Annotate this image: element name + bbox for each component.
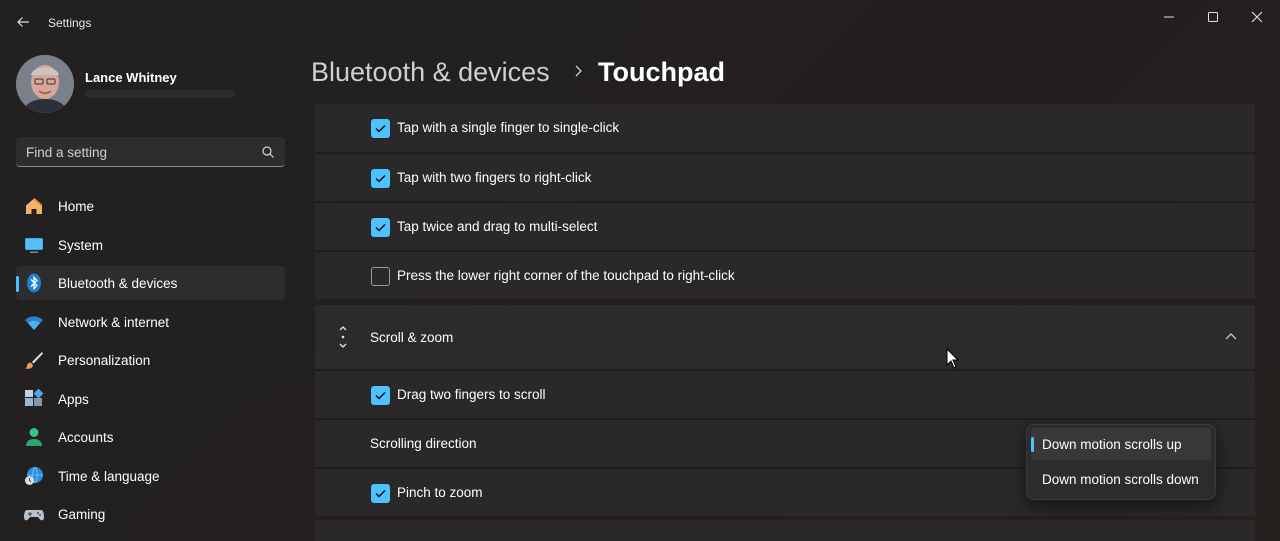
setting-row-single-click: Tap with a single finger to single-click bbox=[315, 104, 1255, 152]
checkmark-icon bbox=[375, 124, 386, 133]
gamepad-icon bbox=[24, 510, 44, 521]
checkbox-pinch-zoom[interactable] bbox=[371, 484, 390, 503]
setting-label: Tap with two fingers to right-click bbox=[397, 170, 592, 185]
breadcrumb-parent[interactable]: Bluetooth & devices bbox=[311, 57, 550, 88]
checkmark-icon bbox=[375, 223, 386, 232]
app-title: Settings bbox=[48, 16, 92, 30]
minimize-button[interactable] bbox=[1146, 4, 1192, 30]
search-icon[interactable] bbox=[260, 144, 276, 160]
selected-indicator bbox=[1031, 437, 1034, 452]
section-scroll-zoom-header[interactable]: Scroll & zoom bbox=[315, 305, 1255, 369]
search-box[interactable] bbox=[16, 137, 285, 167]
setting-row-drag-scroll: Drag two fingers to scroll bbox=[315, 370, 1255, 418]
back-arrow-icon bbox=[17, 17, 29, 27]
home-icon bbox=[26, 197, 43, 214]
nav-label: Accounts bbox=[58, 430, 114, 445]
user-name: Lance Whitney bbox=[85, 70, 177, 85]
nav-item-gaming[interactable]: Gaming bbox=[16, 497, 285, 531]
checkbox-corner-right-click[interactable] bbox=[371, 267, 390, 286]
setting-label: Drag two fingers to scroll bbox=[397, 387, 546, 402]
setting-label: Tap with a single finger to single-click bbox=[397, 120, 620, 135]
globe-clock-icon bbox=[25, 466, 43, 485]
maximize-icon bbox=[1208, 12, 1218, 22]
user-photo bbox=[16, 55, 74, 113]
nav-item-home[interactable]: Home bbox=[16, 189, 285, 223]
nav-label: Network & internet bbox=[58, 315, 170, 330]
nav-item-apps[interactable]: Apps bbox=[16, 382, 285, 416]
brush-icon bbox=[25, 352, 43, 369]
nav-label: Time & language bbox=[58, 469, 160, 484]
dropdown-option-scrolls-down[interactable]: Down motion scrolls down bbox=[1031, 463, 1211, 495]
setting-label: Tap twice and drag to multi-select bbox=[397, 219, 598, 234]
nav-label: Home bbox=[58, 199, 95, 214]
checkbox-right-click[interactable] bbox=[371, 169, 390, 188]
nav-label: Gaming bbox=[58, 507, 106, 522]
minimize-icon bbox=[1164, 16, 1174, 18]
chevron-up-icon[interactable] bbox=[1223, 329, 1239, 345]
next-section-card[interactable] bbox=[315, 520, 1255, 541]
avatar[interactable] bbox=[16, 55, 74, 113]
option-label: Down motion scrolls up bbox=[1042, 437, 1182, 452]
section-title: Scroll & zoom bbox=[370, 330, 454, 345]
apps-icon bbox=[25, 389, 44, 406]
checkmark-icon bbox=[375, 174, 386, 183]
close-icon bbox=[1251, 11, 1263, 23]
search-input[interactable] bbox=[26, 143, 246, 161]
bluetooth-icon bbox=[27, 273, 41, 293]
title-bar: Settings bbox=[0, 0, 1280, 46]
settings-window: Settings Lance Whitney Home bbox=[0, 0, 1280, 541]
person-icon bbox=[26, 428, 42, 446]
back-button[interactable] bbox=[10, 9, 36, 35]
scroll-arrows-icon bbox=[339, 326, 347, 348]
maximize-button[interactable] bbox=[1190, 4, 1236, 30]
nav-label: System bbox=[58, 238, 104, 253]
mouse-cursor-icon bbox=[946, 348, 960, 369]
monitor-icon bbox=[25, 238, 43, 253]
setting-label: Pinch to zoom bbox=[397, 485, 483, 500]
user-email-redacted bbox=[85, 90, 235, 98]
checkmark-icon bbox=[375, 489, 386, 498]
scroll-direction-dropdown[interactable]: Down motion scrolls up Down motion scrol… bbox=[1026, 424, 1216, 500]
checkmark-icon bbox=[375, 391, 386, 400]
checkbox-single-click[interactable] bbox=[371, 119, 390, 138]
wifi-icon bbox=[25, 316, 43, 330]
nav-item-accounts[interactable]: Accounts bbox=[16, 420, 285, 454]
checkbox-multi-select[interactable] bbox=[371, 218, 390, 237]
nav-label: Apps bbox=[58, 392, 89, 407]
setting-label: Press the lower right corner of the touc… bbox=[397, 268, 735, 283]
nav-item-bluetooth[interactable]: Bluetooth & devices bbox=[16, 266, 285, 300]
nav-item-network[interactable]: Network & internet bbox=[16, 305, 285, 339]
setting-row-multi-select: Tap twice and drag to multi-select bbox=[315, 202, 1255, 250]
option-label: Down motion scrolls down bbox=[1042, 472, 1199, 487]
chevron-right-icon bbox=[575, 65, 582, 77]
dropdown-option-scrolls-up[interactable]: Down motion scrolls up bbox=[1031, 428, 1211, 460]
nav-item-system[interactable]: System bbox=[16, 228, 285, 262]
nav-label: Bluetooth & devices bbox=[58, 276, 178, 291]
setting-label: Scrolling direction bbox=[370, 436, 477, 451]
setting-row-right-click: Tap with two fingers to right-click bbox=[315, 153, 1255, 201]
nav-item-time-language[interactable]: Time & language bbox=[16, 459, 285, 493]
close-button[interactable] bbox=[1234, 4, 1280, 30]
checkbox-drag-scroll[interactable] bbox=[371, 386, 390, 405]
page-title: Touchpad bbox=[598, 57, 725, 87]
setting-row-corner-right-click: Press the lower right corner of the touc… bbox=[315, 251, 1255, 299]
nav-label: Personalization bbox=[58, 353, 151, 368]
nav-item-personalization[interactable]: Personalization bbox=[16, 343, 285, 377]
active-indicator bbox=[16, 276, 19, 292]
